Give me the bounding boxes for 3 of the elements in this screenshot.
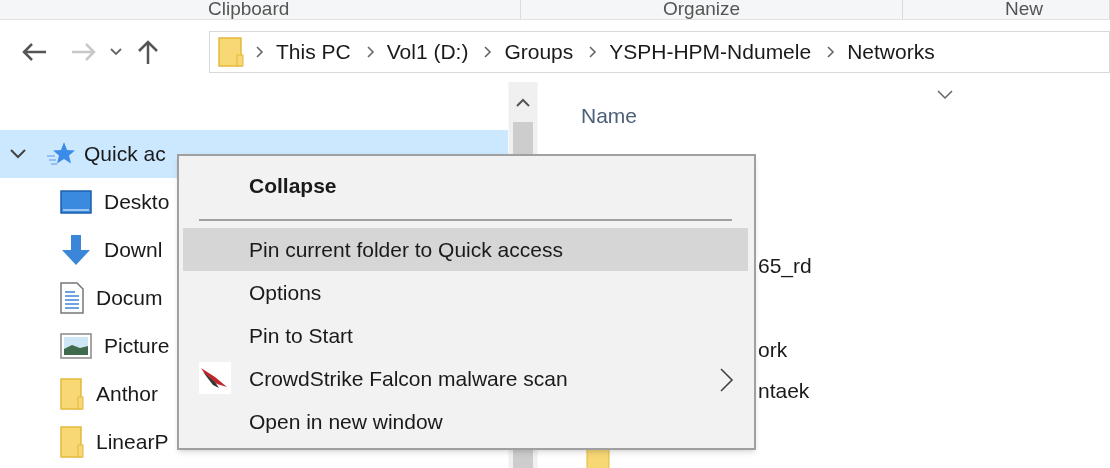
ribbon-group-label: Organize — [663, 0, 741, 19]
ribbon-group-label: Clipboard — [208, 0, 290, 19]
ribbon-group-label: New — [1005, 0, 1043, 19]
